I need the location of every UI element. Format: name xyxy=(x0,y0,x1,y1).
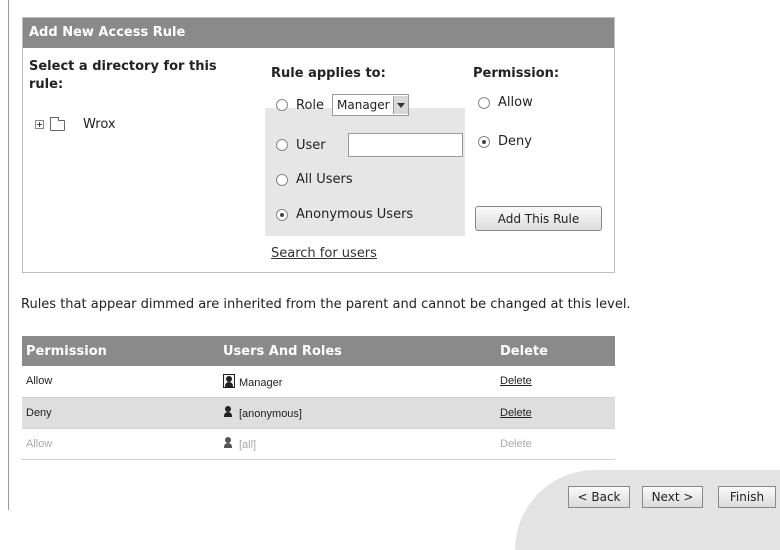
user-radio[interactable] xyxy=(276,139,288,151)
table-row: Allow [all] Delete xyxy=(22,428,615,460)
folder-icon xyxy=(50,117,65,131)
role-label: Role xyxy=(296,97,325,113)
row-permission: Allow xyxy=(22,428,219,460)
user-option: User xyxy=(276,133,463,157)
add-access-rule-panel: Add New Access Rule Select a directory f… xyxy=(22,17,615,273)
row-delete-cell: Delete xyxy=(496,366,615,398)
anonymous-users-option: Anonymous Users xyxy=(276,207,413,222)
user-name-input[interactable] xyxy=(347,133,463,157)
panel-title: Add New Access Rule xyxy=(23,18,614,48)
table-row: Deny [anonymous] Delete xyxy=(22,397,615,429)
row-permission: Allow xyxy=(22,366,219,398)
role-radio[interactable] xyxy=(276,99,288,111)
all-users-radio[interactable] xyxy=(276,173,288,186)
row-user: [all] xyxy=(219,428,496,460)
row-user-label: [all] xyxy=(239,439,257,451)
user-label: User xyxy=(296,137,326,153)
deny-option: Deny xyxy=(478,134,532,149)
next-button[interactable]: Next > xyxy=(642,486,703,508)
row-delete-cell: Delete xyxy=(496,428,615,460)
user-icon xyxy=(223,405,235,419)
directory-heading: Select a directory for this rule: xyxy=(29,59,217,92)
delete-link[interactable]: Delete xyxy=(500,375,532,387)
header-delete: Delete xyxy=(496,336,615,366)
left-border xyxy=(8,0,9,510)
anonymous-users-radio[interactable] xyxy=(276,208,288,221)
row-permission: Deny xyxy=(22,397,219,429)
row-user: Manager xyxy=(219,366,496,398)
chevron-down-icon[interactable] xyxy=(392,96,408,114)
user-icon xyxy=(223,436,235,450)
inherited-rules-notice: Rules that appear dimmed are inherited f… xyxy=(21,297,631,312)
allow-label: Allow xyxy=(498,95,533,110)
search-for-users-link[interactable]: Search for users xyxy=(271,246,377,261)
table-header-row: Permission Users And Roles Delete xyxy=(22,336,615,366)
finish-button[interactable]: Finish xyxy=(718,486,776,508)
role-select-value: Manager xyxy=(337,98,390,112)
header-users-and-roles: Users And Roles xyxy=(219,336,496,366)
back-button[interactable]: < Back xyxy=(568,486,630,508)
allow-option: Allow xyxy=(478,95,533,110)
deny-label: Deny xyxy=(498,134,532,149)
all-users-label: All Users xyxy=(296,172,353,187)
role-option: Role Manager xyxy=(276,94,409,116)
table-row: Allow Manager Delete xyxy=(22,366,615,398)
row-delete-cell: Delete xyxy=(496,397,615,429)
row-user-label: [anonymous] xyxy=(239,408,302,420)
directory-tree: Wrox xyxy=(35,117,116,132)
role-select[interactable]: Manager xyxy=(332,94,409,116)
header-permission: Permission xyxy=(22,336,219,366)
rule-applies-heading: Rule applies to: xyxy=(271,66,386,81)
delete-link[interactable]: Delete xyxy=(500,407,532,419)
allow-radio[interactable] xyxy=(478,96,490,109)
row-user-label: Manager xyxy=(239,376,283,389)
row-user: [anonymous] xyxy=(219,397,496,429)
permission-heading: Permission: xyxy=(473,66,560,81)
anonymous-users-label: Anonymous Users xyxy=(296,207,414,222)
access-rules-table: Permission Users And Roles Delete Allow … xyxy=(22,336,615,460)
expand-plus-icon[interactable] xyxy=(35,120,44,129)
add-this-rule-button[interactable]: Add This Rule xyxy=(475,206,602,231)
all-users-option: All Users xyxy=(276,172,353,187)
deny-radio[interactable] xyxy=(478,135,490,148)
wizard-nav-background xyxy=(515,470,780,550)
role-icon xyxy=(223,373,235,388)
tree-node-wrox[interactable]: Wrox xyxy=(83,117,116,132)
